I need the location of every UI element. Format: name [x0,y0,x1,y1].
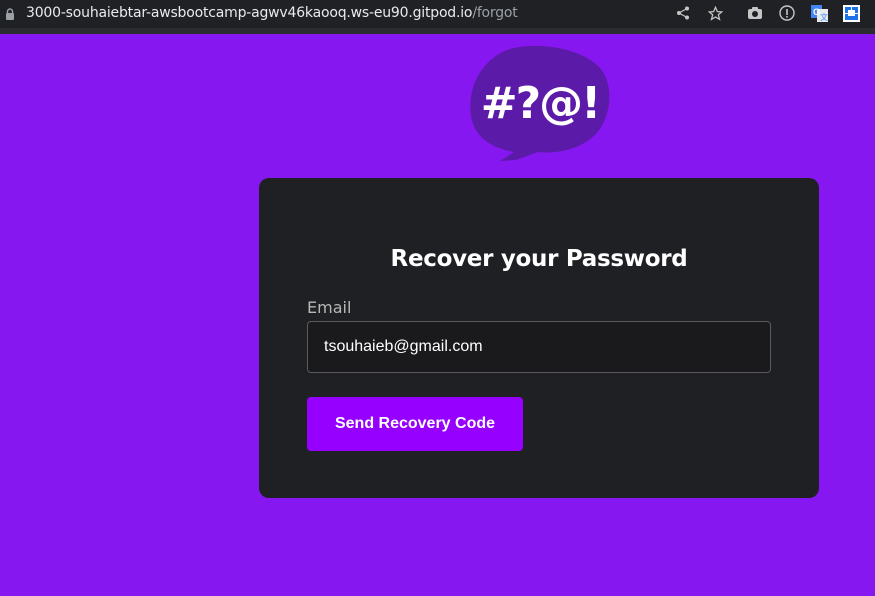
info-icon[interactable] [778,4,796,22]
extension-icon[interactable] [842,4,860,22]
lock-icon [6,8,14,20]
app-logo: #?@! [470,45,610,161]
url-text[interactable]: 3000-souhaiebtar-awsbootcamp-agwv46kaooq… [26,5,518,21]
url-path: /forgot [472,5,518,21]
star-icon[interactable] [706,4,724,22]
page-title: Recover your Password [390,246,688,272]
share-icon[interactable] [674,4,692,22]
camera-icon[interactable] [746,4,764,22]
svg-text:G: G [813,7,820,17]
send-recovery-code-button[interactable]: Send Recovery Code [307,397,523,451]
email-field[interactable] [307,321,771,373]
url-host: 3000-souhaiebtar-awsbootcamp-agwv46kaooq… [26,5,473,21]
recover-password-card: Recover your Password Email Send Recover… [259,178,819,498]
svg-text:文: 文 [820,12,828,22]
email-label: Email [307,298,352,317]
browser-address-bar: 3000-souhaiebtar-awsbootcamp-agwv46kaooq… [0,0,875,34]
logo-text: #?@! [481,78,599,129]
translate-icon[interactable]: G 文 [810,4,828,22]
